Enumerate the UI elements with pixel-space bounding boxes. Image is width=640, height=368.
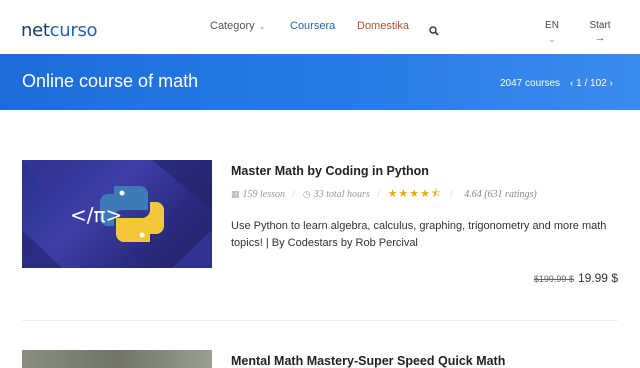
divider: /: [377, 189, 381, 200]
site-header: netcurso Category ⌄ Coursera Domestika EN…: [0, 0, 640, 54]
divider: /: [449, 189, 453, 200]
prev-page-button[interactable]: ‹: [570, 78, 573, 89]
search-icon[interactable]: [429, 26, 439, 36]
course-meta: ▦ 159 lesson / ◷ 33 total hours / ★★★★⯪ / …: [231, 185, 537, 204]
chevron-down-icon: ⌄: [258, 22, 266, 31]
current-price: 19.99 $: [577, 271, 618, 285]
thumb-text: </π>: [70, 203, 122, 227]
logo-part-net: net: [21, 20, 50, 41]
site-logo[interactable]: netcurso: [21, 20, 98, 41]
nav-domestika[interactable]: Domestika: [357, 20, 409, 32]
divider: /: [292, 189, 296, 200]
clock-icon: ◷: [302, 190, 311, 200]
next-page-button[interactable]: ›: [610, 78, 613, 89]
old-price: $199.99 $: [533, 274, 574, 284]
nav-coursera[interactable]: Coursera: [290, 20, 335, 32]
course-price: $199.99 $19.99 $: [534, 271, 618, 285]
course-thumbnail[interactable]: </π>: [22, 160, 212, 268]
calendar-icon: ▦: [231, 190, 240, 200]
lesson-count: 159 lesson: [242, 189, 286, 200]
category-banner: Online course of math 2047 courses ‹ 1 /…: [0, 54, 640, 110]
nav-category-label: Category: [210, 20, 255, 32]
pagination: ‹ 1 / 102 ›: [570, 78, 613, 89]
course-count: 2047 courses: [500, 78, 561, 89]
page-indicator: 1 / 102: [576, 78, 607, 89]
start-label: Start: [589, 20, 611, 31]
star-rating-icon: ★★★★⯪: [387, 187, 443, 200]
logo-part-curso: curso: [49, 20, 98, 41]
course-title[interactable]: Mental Math Mastery-Super Speed Quick Ma…: [231, 354, 505, 368]
total-hours: 33 total hours: [313, 189, 370, 200]
start-button[interactable]: Start →: [585, 20, 615, 44]
nav-category[interactable]: Category ⌄: [210, 20, 265, 32]
course-description: Use Python to learn algebra, calculus, g…: [231, 220, 607, 249]
chevron-down-icon: ⌄: [548, 35, 556, 44]
rating-text: 4.64 (631 ratings): [464, 189, 537, 200]
course-title[interactable]: Master Math by Coding in Python: [231, 164, 429, 178]
page-title: Online course of math: [22, 71, 199, 91]
python-math-logo: </π>: [22, 160, 212, 268]
course-divider: [22, 320, 618, 321]
course-thumbnail[interactable]: [22, 350, 212, 368]
arrow-right-icon: →: [594, 32, 606, 44]
language-label: EN: [545, 20, 559, 31]
language-selector[interactable]: EN ⌄: [540, 20, 564, 44]
